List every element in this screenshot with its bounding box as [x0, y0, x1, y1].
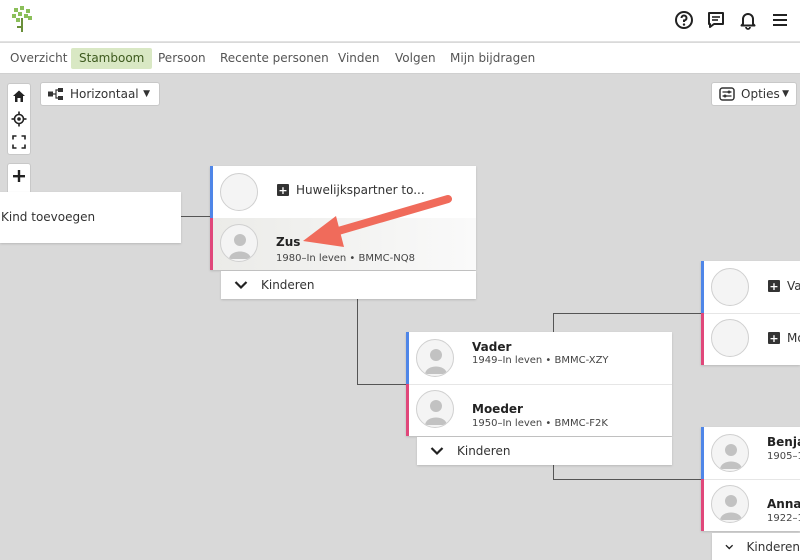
annotation-arrow-icon: [303, 195, 452, 247]
